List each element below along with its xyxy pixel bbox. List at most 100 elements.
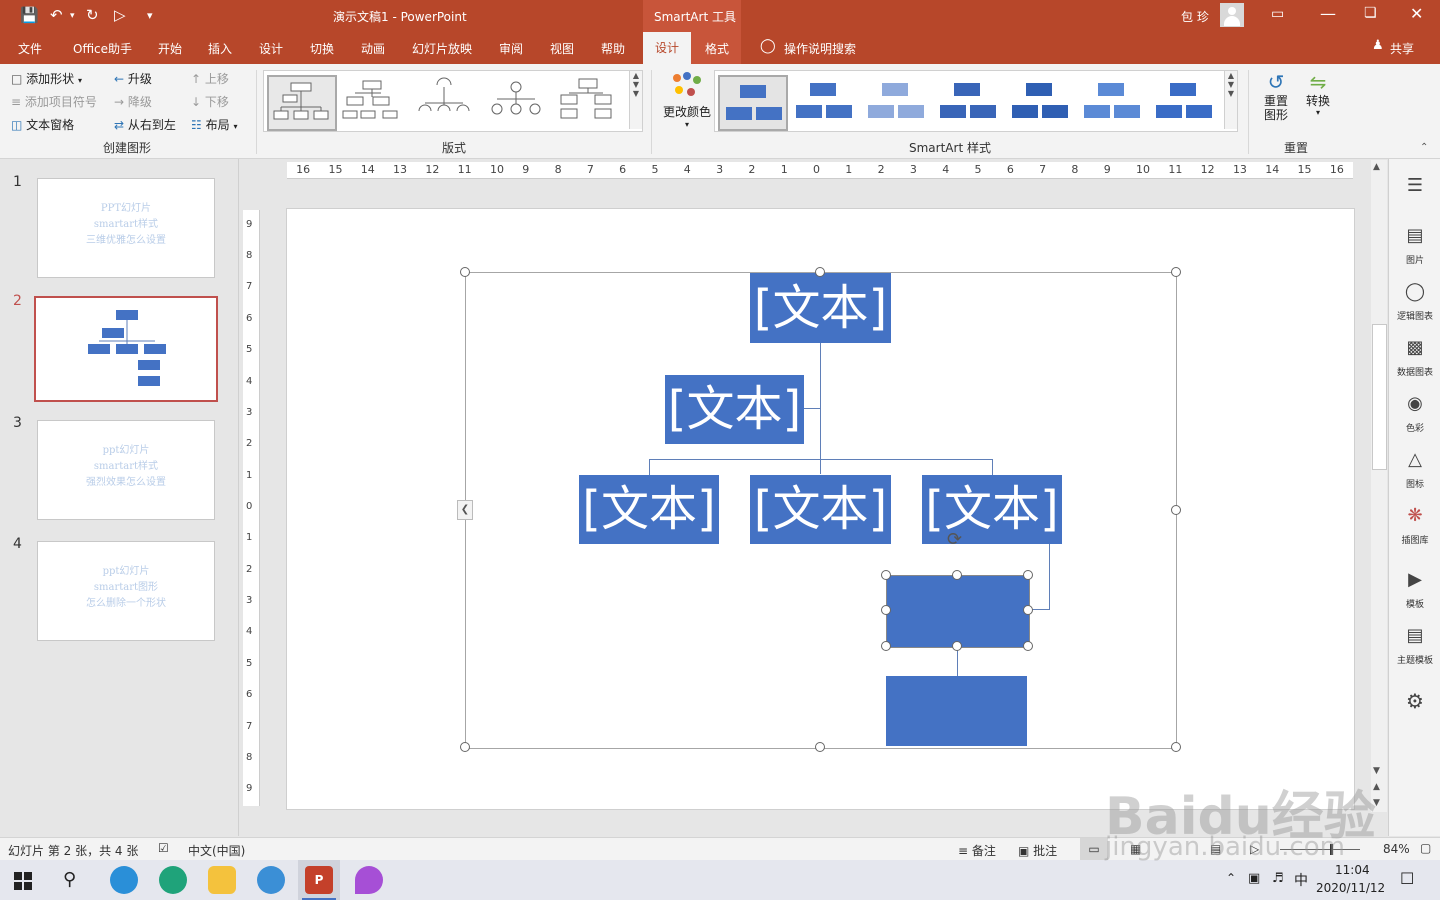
- resize-handle[interactable]: [460, 742, 470, 752]
- browser-app-icon[interactable]: [257, 866, 285, 894]
- restore-icon[interactable]: ❏: [1364, 5, 1377, 21]
- resize-handle[interactable]: [1023, 641, 1033, 651]
- style-option-white-outline[interactable]: [790, 75, 856, 127]
- resize-handle[interactable]: [881, 641, 891, 651]
- spell-check-icon[interactable]: ☑: [158, 841, 169, 855]
- resize-handle[interactable]: [1171, 742, 1181, 752]
- resize-handle[interactable]: [815, 267, 825, 277]
- windows-start-icon[interactable]: [14, 872, 32, 890]
- smartart-shape-child-right[interactable]: [文本]: [922, 475, 1062, 544]
- style-option-inset[interactable]: [1150, 75, 1216, 127]
- smartart-shape-assistant[interactable]: [文本]: [665, 375, 804, 444]
- style-option-intense-effect[interactable]: [1006, 75, 1072, 127]
- file-explorer-icon[interactable]: [208, 866, 236, 894]
- styles-gallery-scroll[interactable]: ▲ ▼ ▼: [1224, 71, 1237, 129]
- template-icon[interactable]: ▶: [1389, 569, 1440, 590]
- fit-to-window-icon[interactable]: ▢: [1420, 841, 1431, 855]
- undo-icon[interactable]: ↶: [50, 6, 63, 24]
- ime-indicator[interactable]: 中: [1294, 870, 1308, 890]
- layout-option-hierarchy[interactable]: [555, 75, 621, 127]
- style-option-moderate-effect[interactable]: [934, 75, 1000, 127]
- avatar[interactable]: [1220, 3, 1244, 27]
- volume-icon[interactable]: ♬: [1272, 871, 1284, 886]
- tab-view[interactable]: 视图: [550, 40, 574, 57]
- smartart-shape-child-middle[interactable]: [文本]: [750, 475, 891, 544]
- style-option-simple-fill[interactable]: [718, 75, 788, 131]
- collapse-ribbon-icon[interactable]: ⌃: [1420, 142, 1428, 153]
- style-option-polished[interactable]: [1078, 75, 1144, 127]
- clipart-icon[interactable]: ❋: [1389, 505, 1440, 526]
- layout-option-half-circle-org[interactable]: [411, 75, 477, 127]
- normal-view-button[interactable]: ▭: [1080, 838, 1108, 861]
- move-up-button[interactable]: ↑ 上移: [191, 70, 229, 87]
- gear-icon[interactable]: ⚙: [1389, 689, 1440, 713]
- layout-option-name-title-org[interactable]: [339, 75, 405, 127]
- clock-date[interactable]: 2020/11/12: [1316, 881, 1385, 895]
- slide-thumbnail-4[interactable]: ppt幻灯片 smartart图形 怎么删除一个形状: [37, 541, 215, 641]
- palette-icon[interactable]: ◉: [1389, 393, 1440, 414]
- move-down-button[interactable]: ↓ 下移: [191, 93, 229, 110]
- layout-option-circle-org[interactable]: [483, 75, 549, 127]
- share-button[interactable]: 共享: [1390, 40, 1414, 57]
- resize-handle[interactable]: [1023, 605, 1033, 615]
- scroll-up-icon[interactable]: ▲: [1373, 162, 1380, 172]
- tab-animations[interactable]: 动画: [361, 40, 385, 57]
- edge-browser-icon[interactable]: [159, 866, 187, 894]
- layouts-gallery-scroll[interactable]: ▲ ▼ ▼: [629, 71, 642, 129]
- convert-button[interactable]: ⇋ 转换 ▾: [1300, 70, 1336, 136]
- scroll-thumb[interactable]: [1372, 324, 1387, 470]
- notes-button[interactable]: ≡ 备注: [958, 842, 996, 859]
- theme-template-icon[interactable]: ▤: [1389, 625, 1440, 646]
- ribbon-display-options-icon[interactable]: ▭: [1271, 6, 1284, 22]
- layout-button[interactable]: ☷ 布局 ▾: [191, 116, 237, 133]
- search-icon[interactable]: ⚲: [63, 869, 76, 890]
- clock-time[interactable]: 11:04: [1335, 863, 1370, 877]
- resize-handle[interactable]: [952, 570, 962, 580]
- right-to-left-button[interactable]: ⇄ 从右到左: [114, 116, 176, 133]
- notification-icon[interactable]: ☐: [1400, 869, 1414, 888]
- undo-dropdown-icon[interactable]: ▾: [70, 11, 75, 21]
- resize-handle[interactable]: [1171, 505, 1181, 515]
- tab-help[interactable]: 帮助: [601, 40, 625, 57]
- picture-icon[interactable]: ▤: [1389, 225, 1440, 246]
- start-from-beginning-icon[interactable]: ▷: [114, 6, 126, 24]
- change-colors-button[interactable]: 更改颜色 ▾: [663, 70, 711, 134]
- slide-thumbnail-1[interactable]: PPT幻灯片 smartart样式 三维优雅怎么设置: [37, 178, 215, 278]
- smartart-shape-top[interactable]: [文本]: [750, 273, 891, 343]
- tab-home[interactable]: 开始: [158, 40, 182, 57]
- smartart-shape-bottom[interactable]: [886, 676, 1027, 746]
- rotate-handle-icon[interactable]: ⟳: [947, 529, 962, 550]
- slide-canvas[interactable]: ❮ [文本] [文本] [文本] [文本] [文本] ⟳: [286, 208, 1355, 810]
- add-shape-button[interactable]: □ 添加形状 ▾: [11, 70, 82, 87]
- tab-review[interactable]: 审阅: [499, 40, 523, 57]
- reset-graphic-button[interactable]: ↺ 重置 图形: [1256, 70, 1296, 136]
- promote-button[interactable]: ← 升级: [114, 70, 152, 87]
- slide-thumbnail-3[interactable]: ppt幻灯片 smartart样式 强烈效果怎么设置: [37, 420, 215, 520]
- ie-browser-icon[interactable]: [110, 866, 138, 894]
- smartart-shape-selected[interactable]: [886, 575, 1030, 648]
- demote-button[interactable]: → 降级: [114, 93, 152, 110]
- tab-file[interactable]: 文件: [18, 40, 42, 57]
- resize-handle[interactable]: [881, 605, 891, 615]
- tab-insert[interactable]: 插入: [208, 40, 232, 57]
- tell-me-search[interactable]: 操作说明搜索: [784, 40, 856, 57]
- tab-design[interactable]: 设计: [259, 40, 283, 57]
- slide-thumbnail-2[interactable]: [34, 296, 218, 402]
- tab-smartart-design[interactable]: 设计: [643, 32, 692, 64]
- resize-handle[interactable]: [881, 570, 891, 580]
- resize-handle[interactable]: [1023, 570, 1033, 580]
- powerpoint-taskbar-button[interactable]: P: [298, 860, 340, 900]
- zoom-level[interactable]: 84%: [1383, 842, 1410, 856]
- resize-handle[interactable]: [460, 267, 470, 277]
- tab-smartart-format[interactable]: 格式: [705, 40, 729, 57]
- minimize-icon[interactable]: —: [1320, 4, 1336, 23]
- redo-icon[interactable]: ↻: [86, 6, 99, 24]
- user-name[interactable]: 包 珍: [1181, 8, 1209, 25]
- resize-handle[interactable]: [815, 742, 825, 752]
- save-icon[interactable]: 💾: [20, 6, 39, 24]
- customize-qat-icon[interactable]: ▾: [147, 9, 153, 22]
- vertical-scrollbar[interactable]: ▲ ▼ ▲ ▼: [1371, 160, 1387, 812]
- drop-app-icon[interactable]: [355, 866, 383, 894]
- tab-transitions[interactable]: 切换: [310, 40, 334, 57]
- smartart-shape-child-left[interactable]: [文本]: [579, 475, 719, 544]
